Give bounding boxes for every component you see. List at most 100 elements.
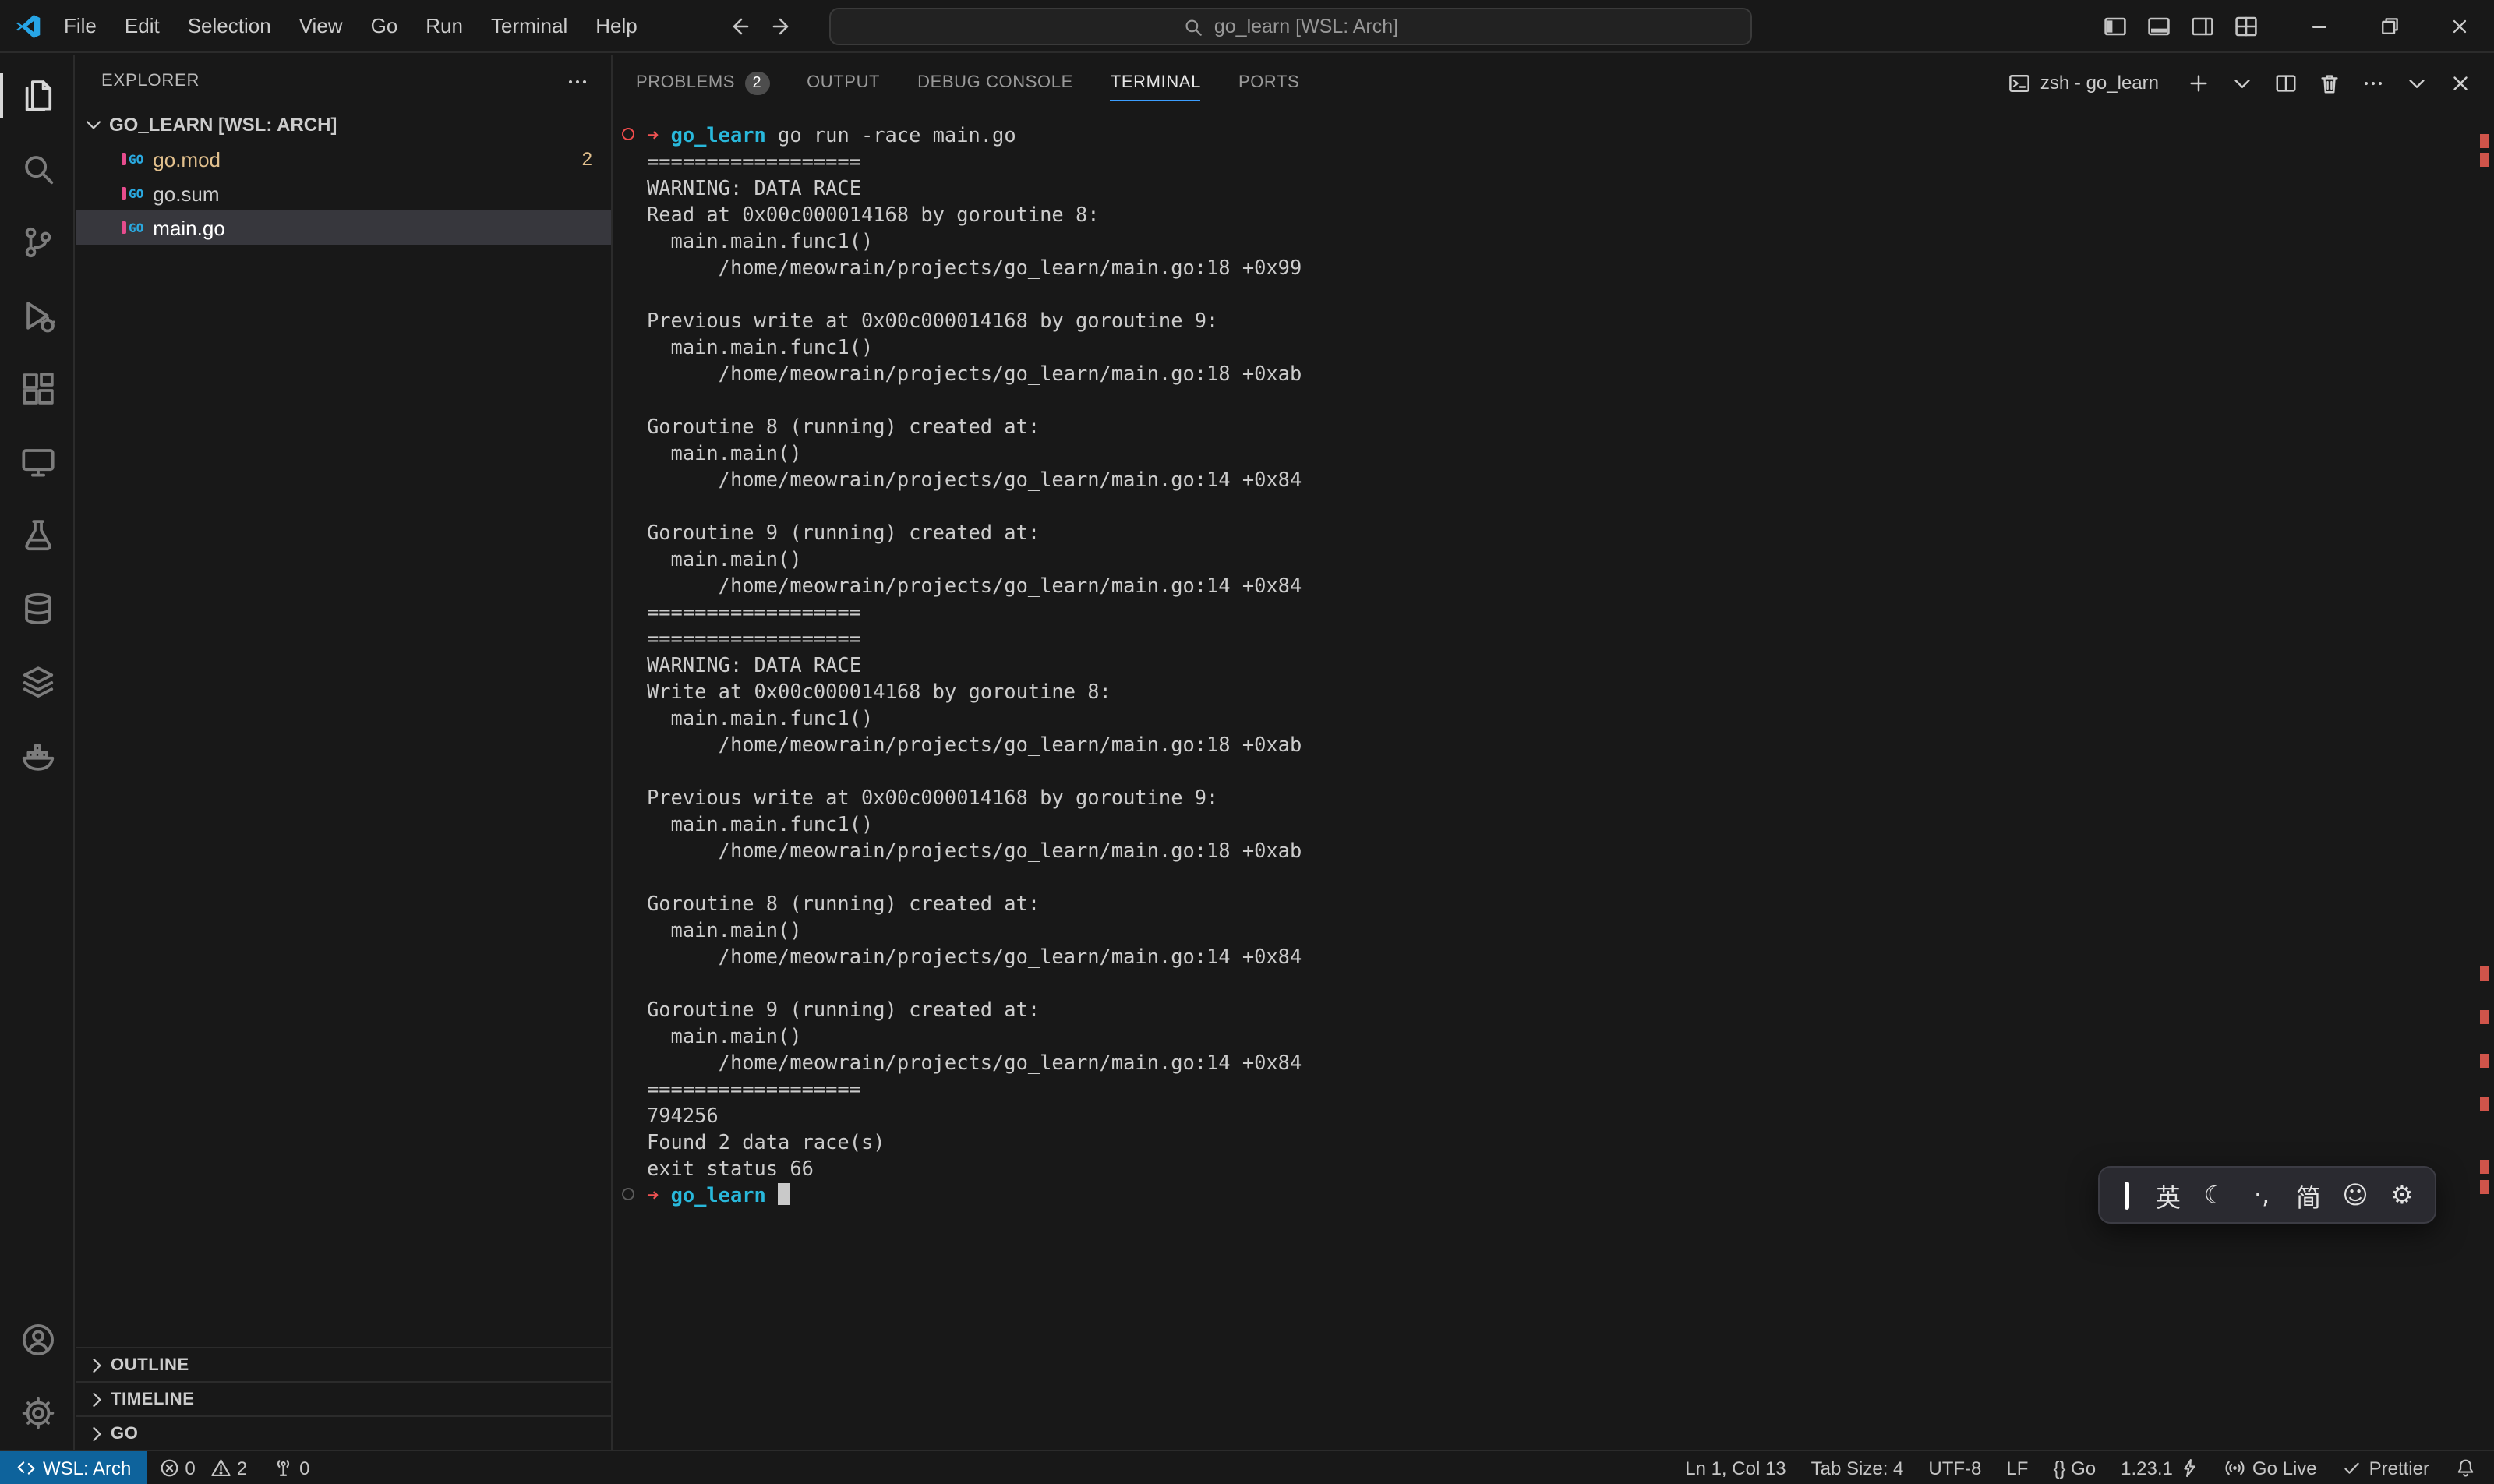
menu-file[interactable]: File: [50, 0, 111, 51]
ime-settings-icon[interactable]: ⚙: [2379, 1168, 2425, 1222]
chevron-right-icon: [86, 1422, 108, 1444]
maximize-button[interactable]: [2354, 0, 2424, 53]
activity-search[interactable]: [0, 132, 75, 206]
radio-tower-icon: [272, 1458, 293, 1479]
sidebar-sections: OUTLINETIMELINEGO: [76, 1347, 611, 1450]
menu-go[interactable]: Go: [357, 0, 412, 51]
status-go-version[interactable]: 1.23.1: [2108, 1451, 2213, 1484]
layout-controls: [2103, 14, 2259, 39]
status-eol[interactable]: LF: [1994, 1451, 2040, 1484]
ime-emoji-icon[interactable]: ☺: [2332, 1168, 2379, 1222]
terminal-line: Read at 0x00c000014168 by goroutine 8:: [614, 201, 2478, 228]
activity-explorer[interactable]: [0, 59, 75, 132]
explorer-root-folder[interactable]: GO_LEARN [WSL: ARCH]: [76, 108, 611, 142]
panel-left-icon[interactable]: [2103, 14, 2128, 39]
status-bar-right: Ln 1, Col 13Tab Size: 4UTF-8LF{} Go1.23.…: [1673, 1451, 2494, 1484]
database-icon: [19, 591, 55, 627]
panel-tab-debug-console[interactable]: DEBUG CONSOLE: [917, 55, 1073, 111]
file-name: main.go: [153, 216, 225, 239]
search-value: go_learn [WSL: Arch]: [1214, 16, 1398, 37]
menu-terminal[interactable]: Terminal: [477, 0, 581, 51]
section-outline[interactable]: OUTLINE: [76, 1347, 611, 1381]
terminal-session-item[interactable]: zsh - go_learn: [2008, 71, 2159, 94]
status-bar: WSL: Arch020 Ln 1, Col 13Tab Size: 4UTF-…: [0, 1450, 2494, 1484]
terminal-line: /home/meowrain/projects/go_learn/main.go…: [614, 254, 2478, 281]
nav-forward-icon[interactable]: [770, 14, 795, 39]
ime-fullwidth-toggle-icon[interactable]: ☾: [2192, 1168, 2238, 1222]
overview-ruler-mark: [2480, 134, 2489, 148]
section-timeline[interactable]: TIMELINE: [76, 1381, 611, 1415]
status-remote-indicator[interactable]: WSL: Arch: [0, 1451, 147, 1484]
nav-back-icon[interactable]: [726, 14, 751, 39]
panel-right-icon[interactable]: [2190, 14, 2215, 39]
remote-icon: [16, 1458, 37, 1479]
ime-language-toggle-icon[interactable]: 英: [2145, 1168, 2192, 1222]
menu-selection[interactable]: Selection: [174, 0, 285, 51]
status-forwarded-ports[interactable]: 0: [260, 1451, 322, 1484]
status-go-live[interactable]: Go Live: [2213, 1451, 2330, 1484]
terminal-line: [614, 970, 2478, 996]
activity-database[interactable]: [0, 572, 75, 645]
menu-view[interactable]: View: [285, 0, 357, 51]
close-button[interactable]: [2424, 0, 2494, 53]
ime-simplified-toggle-icon[interactable]: 简: [2285, 1168, 2332, 1222]
command-failed-decoration[interactable]: [622, 128, 634, 140]
plus-icon[interactable]: [2187, 71, 2210, 94]
layout-grid-icon[interactable]: [2234, 14, 2259, 39]
file-go-sum[interactable]: GOgo.sum: [76, 176, 611, 210]
terminal-line: ➜ go_learn go run -race main.go: [614, 122, 2478, 148]
menu-edit[interactable]: Edit: [111, 0, 174, 51]
activity-run-and-debug[interactable]: [0, 279, 75, 352]
close-icon[interactable]: [2449, 71, 2472, 94]
activity-source-control[interactable]: [0, 206, 75, 279]
activity-docker[interactable]: [0, 719, 75, 792]
chevron-right-icon: [86, 1388, 108, 1410]
activity-accounts[interactable]: [0, 1303, 75, 1376]
panel-tab-problems[interactable]: PROBLEMS2: [636, 55, 769, 111]
file-go-mod[interactable]: GOgo.mod2: [76, 142, 611, 176]
terminal-line: main.main(): [614, 1023, 2478, 1049]
activity-settings[interactable]: [0, 1376, 75, 1450]
terminal-line: ==================: [614, 1076, 2478, 1102]
prompt-decoration[interactable]: [622, 1188, 634, 1200]
trash-icon[interactable]: [2318, 71, 2341, 94]
menu-run[interactable]: Run: [412, 0, 477, 51]
status-bar-left: WSL: Arch020: [0, 1451, 323, 1484]
activity-testing[interactable]: [0, 499, 75, 572]
more-actions-icon[interactable]: [566, 69, 589, 93]
terminal-line: main.main.func1(): [614, 334, 2478, 360]
chevron-down-icon[interactable]: [2405, 71, 2429, 94]
file-problems-badge: 2: [582, 148, 592, 170]
minimize-button[interactable]: [2284, 0, 2354, 53]
panel-tab-output[interactable]: OUTPUT: [807, 55, 880, 111]
status-prettier[interactable]: Prettier: [2330, 1451, 2442, 1484]
activity-layers[interactable]: [0, 645, 75, 719]
file-main-go[interactable]: GO main.go: [76, 210, 611, 245]
status-problems[interactable]: 02: [147, 1451, 260, 1484]
panel-bottom-icon[interactable]: [2146, 14, 2171, 39]
status-notifications[interactable]: [2442, 1451, 2488, 1484]
status-tab-size[interactable]: Tab Size: 4: [1799, 1451, 1916, 1484]
panel-tab-terminal[interactable]: TERMINAL: [1111, 55, 1201, 111]
terminal-line: /home/meowrain/projects/go_learn/main.go…: [614, 837, 2478, 864]
ime-punctuation-toggle-icon[interactable]: ·,: [2238, 1168, 2285, 1222]
command-center-search[interactable]: go_learn [WSL: Arch]: [829, 8, 1752, 45]
status-cursor-position[interactable]: Ln 1, Col 13: [1673, 1451, 1798, 1484]
section-go[interactable]: GO: [76, 1415, 611, 1450]
menu-help[interactable]: Help: [581, 0, 652, 51]
status-language-mode[interactable]: {} Go: [2040, 1451, 2108, 1484]
terminal-line: WARNING: DATA RACE: [614, 175, 2478, 201]
go-file-icon: GO: [122, 221, 143, 235]
ellipsis-icon[interactable]: [2362, 71, 2385, 94]
titlebar-center: go_learn [WSL: Arch]: [726, 0, 1752, 53]
activity-remote-explorer[interactable]: [0, 426, 75, 499]
chevron-down-icon[interactable]: [2231, 71, 2254, 94]
terminal-icon: [2008, 71, 2031, 94]
status-encoding[interactable]: UTF-8: [1916, 1451, 1994, 1484]
terminal-output[interactable]: ➜ go_learn go run -race main.go =========…: [614, 111, 2478, 1450]
titlebar-right: [2103, 0, 2494, 53]
panel-tab-ports[interactable]: PORTS: [1238, 55, 1299, 111]
account-icon: [19, 1322, 55, 1358]
activity-extensions[interactable]: [0, 352, 75, 426]
split-icon[interactable]: [2274, 71, 2298, 94]
